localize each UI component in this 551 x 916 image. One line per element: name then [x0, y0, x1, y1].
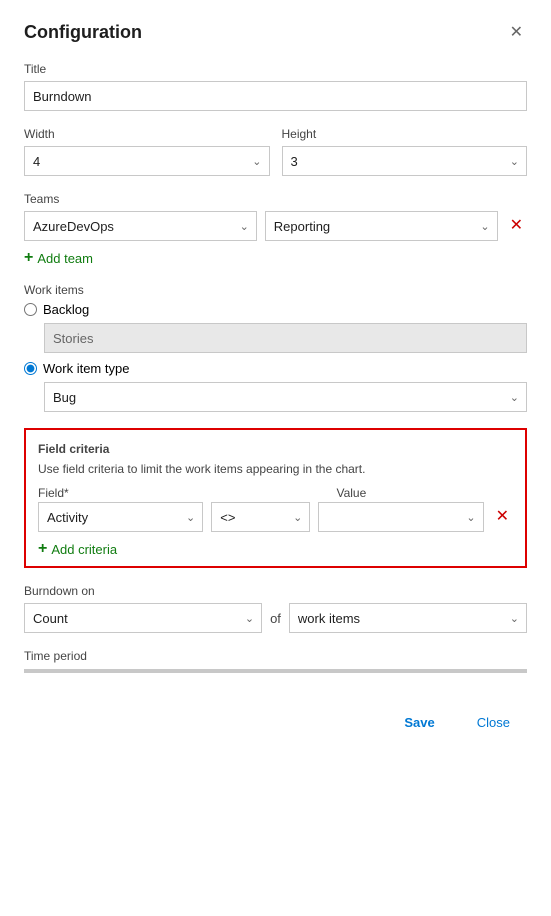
criteria-val-col: ⌄: [318, 502, 483, 532]
val-col-label: Value: [336, 486, 513, 500]
work-item-type-radio[interactable]: [24, 362, 37, 375]
backlog-value-input: [44, 323, 527, 353]
field-col-label: Field*: [38, 486, 215, 500]
criteria-val-select[interactable]: [318, 502, 483, 532]
dialog-footer: Save Close: [24, 697, 527, 736]
work-item-type-inner-wrap: Bug Epic Feature Story Task ⌄: [44, 382, 527, 412]
field-criteria-desc: Use field criteria to limit the work ite…: [38, 462, 513, 476]
work-item-type-radio-label: Work item type: [43, 361, 129, 376]
burndown-section: Burndown on Count Sum ⌄ of work items st…: [24, 584, 527, 633]
width-select[interactable]: 123456: [24, 146, 270, 176]
criteria-field-col: Activity Area Path Iteration Path State …: [38, 502, 203, 532]
title-label: Title: [24, 62, 527, 76]
dimensions-section: Width 123456 ⌄ Height 123456 ⌄: [24, 127, 527, 176]
criteria-op-col: = <> < > <= >= ⌄: [211, 502, 310, 532]
burndown-items-select[interactable]: work items story points remaining work: [289, 603, 527, 633]
field-criteria-box: Field criteria Use field criteria to lim…: [24, 428, 527, 568]
burndown-of-label: of: [270, 611, 281, 626]
save-button[interactable]: Save: [387, 709, 451, 736]
add-team-plus-icon: +: [24, 249, 33, 267]
work-item-type-select[interactable]: Bug Epic Feature Story Task: [44, 382, 527, 412]
field-criteria-title: Field criteria: [38, 442, 513, 456]
close-button[interactable]: Close: [460, 709, 527, 736]
criteria-val-select-wrap: ⌄: [318, 502, 483, 532]
title-section: Title: [24, 62, 527, 111]
burndown-items-select-wrap: work items story points remaining work ⌄: [289, 603, 527, 633]
time-period-bar: [24, 669, 527, 673]
work-item-type-radio-item[interactable]: Work item type: [24, 361, 527, 376]
teams-label: Teams: [24, 192, 527, 206]
add-criteria-plus-icon: +: [38, 540, 47, 558]
time-period-label: Time period: [24, 649, 527, 663]
teams-section: Teams AzureDevOps ⌄ Reporting ⌄ ✕ + Add …: [24, 192, 527, 267]
team2-select-wrap: Reporting ⌄: [265, 211, 498, 241]
dialog-title: Configuration: [24, 22, 142, 43]
field-row-labels: Field* Value: [38, 486, 513, 500]
criteria-field-select[interactable]: Activity Area Path Iteration Path State …: [38, 502, 203, 532]
team1-select[interactable]: AzureDevOps: [24, 211, 257, 241]
add-criteria-label: Add criteria: [51, 542, 117, 557]
remove-team-button[interactable]: ✕: [506, 218, 527, 234]
height-label: Height: [282, 127, 528, 141]
radio-group: Backlog Work item type Bug Epic Feature …: [24, 302, 527, 412]
width-col: Width 123456 ⌄: [24, 127, 270, 176]
dialog-header: Configuration ✕: [24, 20, 527, 44]
work-items-label: Work items: [24, 283, 527, 297]
burndown-count-select-wrap: Count Sum ⌄: [24, 603, 262, 633]
title-input[interactable]: [24, 81, 527, 111]
backlog-radio-item[interactable]: Backlog: [24, 302, 527, 317]
burndown-row: Count Sum ⌄ of work items story points r…: [24, 603, 527, 633]
configuration-dialog: Configuration ✕ Title Width 123456 ⌄ Hei…: [0, 0, 551, 916]
width-select-wrap: 123456 ⌄: [24, 146, 270, 176]
work-item-type-select-wrap: Bug Epic Feature Story Task ⌄: [44, 382, 527, 412]
height-select[interactable]: 123456: [282, 146, 528, 176]
criteria-fields-row: Activity Area Path Iteration Path State …: [38, 502, 513, 532]
height-select-wrap: 123456 ⌄: [282, 146, 528, 176]
backlog-radio-label: Backlog: [43, 302, 89, 317]
team2-select[interactable]: Reporting: [265, 211, 498, 241]
team1-select-wrap: AzureDevOps ⌄: [24, 211, 257, 241]
add-team-label: Add team: [37, 251, 93, 266]
height-col: Height 123456 ⌄: [282, 127, 528, 176]
remove-criteria-button[interactable]: ✕: [492, 509, 513, 525]
teams-row: AzureDevOps ⌄ Reporting ⌄ ✕: [24, 211, 527, 241]
criteria-op-select-wrap: = <> < > <= >= ⌄: [211, 502, 310, 532]
criteria-field-select-wrap: Activity Area Path Iteration Path State …: [38, 502, 203, 532]
criteria-op-select[interactable]: = <> < > <= >=: [211, 502, 310, 532]
time-period-section: Time period: [24, 649, 527, 673]
close-dialog-button[interactable]: ✕: [506, 20, 527, 44]
work-items-section: Work items Backlog Work item type Bug Ep…: [24, 283, 527, 412]
burndown-label: Burndown on: [24, 584, 527, 598]
op-col-label: [223, 486, 329, 500]
backlog-radio[interactable]: [24, 303, 37, 316]
width-label: Width: [24, 127, 270, 141]
burndown-count-select[interactable]: Count Sum: [24, 603, 262, 633]
add-criteria-button[interactable]: + Add criteria: [38, 540, 117, 558]
add-team-button[interactable]: + Add team: [24, 249, 93, 267]
